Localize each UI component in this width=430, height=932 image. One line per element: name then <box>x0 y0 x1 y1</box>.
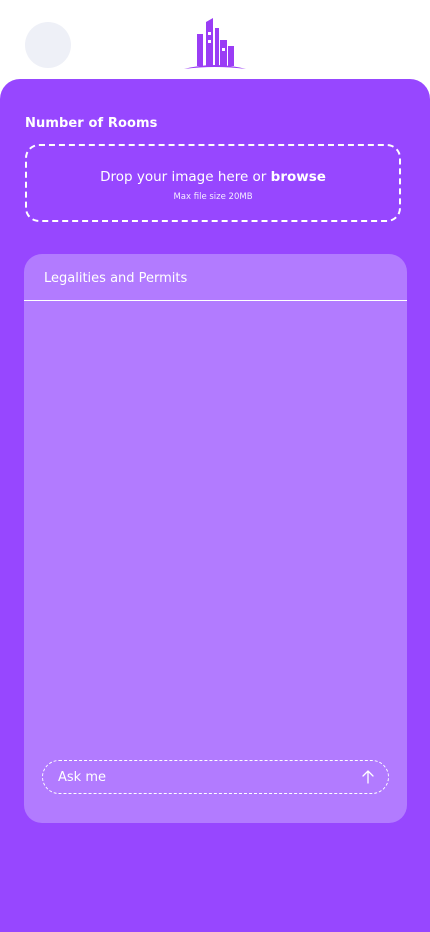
browse-link[interactable]: browse <box>271 169 326 185</box>
chat-card: Legalities and Permits <box>24 254 407 823</box>
section-title: Number of Rooms <box>25 116 158 131</box>
city-logo-icon <box>182 18 248 72</box>
ask-field[interactable] <box>42 760 389 794</box>
max-file-size-note: Max file size 20MB <box>173 192 253 202</box>
main-panel: Number of Rooms Drop your image here or … <box>0 79 430 932</box>
chat-card-title: Legalities and Permits <box>44 271 188 286</box>
app-screen: Number of Rooms Drop your image here or … <box>0 0 430 932</box>
dropzone-text: Drop your image here or browse <box>27 169 399 185</box>
chat-card-header: Legalities and Permits <box>24 254 407 301</box>
image-dropzone[interactable]: Drop your image here or browse Max file … <box>25 144 401 222</box>
arrow-up-icon[interactable] <box>360 769 376 785</box>
avatar[interactable] <box>25 22 71 68</box>
ask-input[interactable] <box>58 761 338 793</box>
drop-instruction: Drop your image here or <box>100 169 267 185</box>
